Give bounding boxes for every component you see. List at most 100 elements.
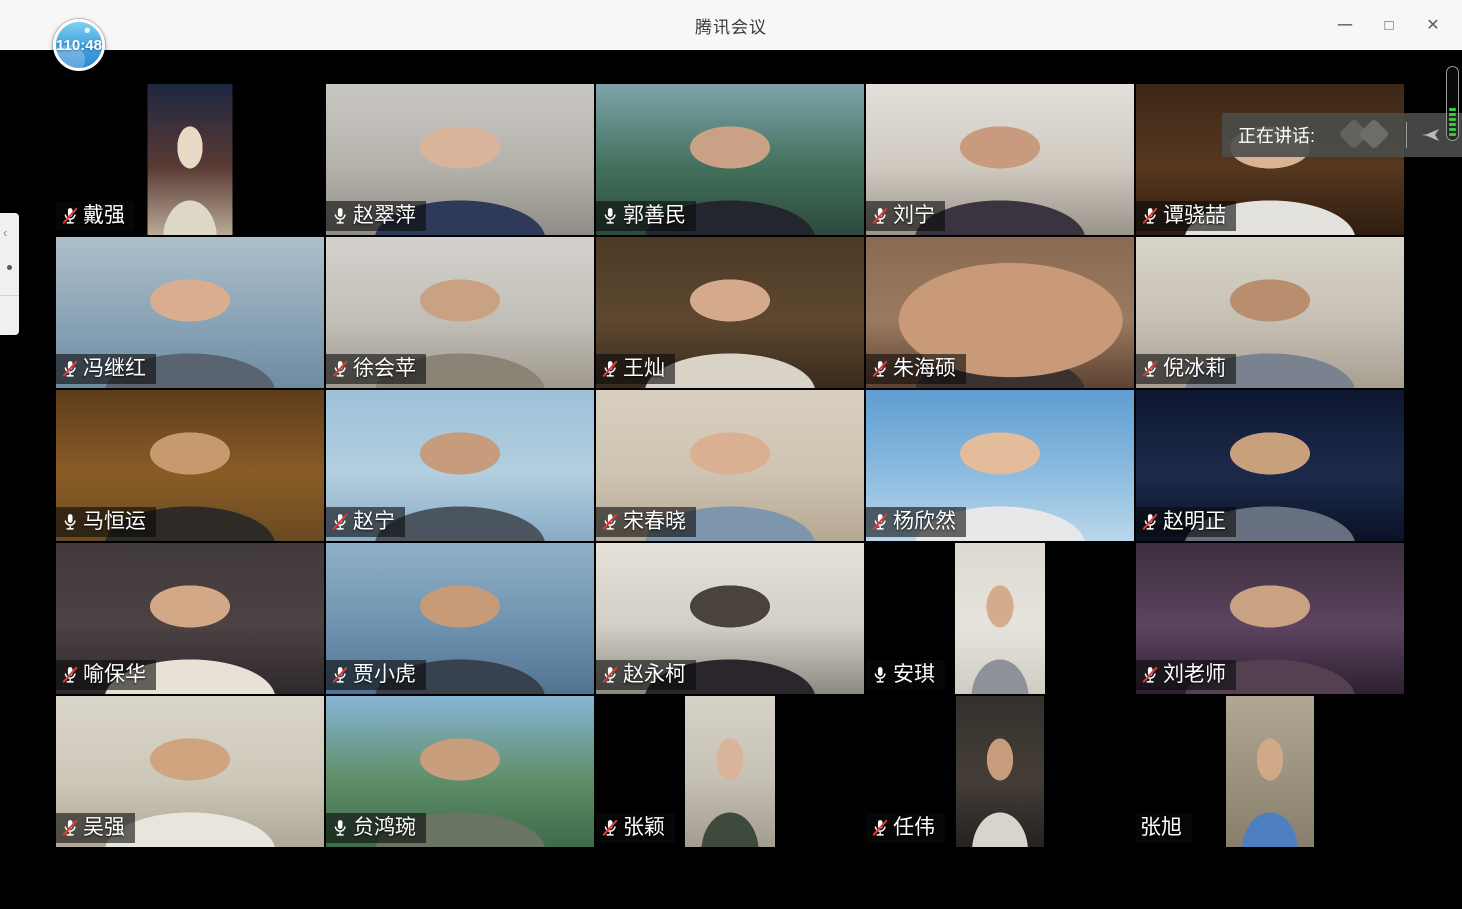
meeting-duration: 110:48 xyxy=(56,37,102,54)
minimize-button[interactable]: ─ xyxy=(1330,10,1360,40)
video-tile[interactable]: 赵永柯 xyxy=(596,543,864,694)
video-tile[interactable]: 马恒运 xyxy=(56,390,324,541)
participant-name: 赵宁 xyxy=(353,507,395,537)
mic-muted-icon xyxy=(330,359,350,379)
chevron-left-icon: ‹ xyxy=(3,225,7,240)
banner-divider xyxy=(1406,122,1407,148)
video-tile[interactable]: 刘老师 xyxy=(1136,543,1404,694)
name-tag: 戴强 xyxy=(56,201,135,231)
video-tile[interactable]: 赵翠萍 xyxy=(326,84,594,235)
video-tile[interactable]: 徐会苹 xyxy=(326,237,594,388)
video-tile[interactable]: 宋春晓 xyxy=(596,390,864,541)
meeting-timer-badge[interactable]: 110:48 xyxy=(53,19,105,71)
video-tile[interactable]: 吴强 xyxy=(56,696,324,847)
name-tag: 倪冰莉 xyxy=(1136,354,1236,384)
mic-muted-icon xyxy=(60,359,80,379)
participant-name: 赵永柯 xyxy=(623,660,686,690)
video-tile[interactable]: 冯继红 xyxy=(56,237,324,388)
mic-muted-icon xyxy=(870,359,890,379)
participant-name: 谭骁喆 xyxy=(1163,201,1226,231)
panel-divider xyxy=(0,295,19,296)
video-tile[interactable]: 王灿 xyxy=(596,237,864,388)
volume-bar xyxy=(1449,113,1456,116)
participant-name: 安琪 xyxy=(893,660,935,690)
video-tile[interactable]: 郭善民 xyxy=(596,84,864,235)
name-tag: 贾小虎 xyxy=(326,660,426,690)
video-tile[interactable]: 张旭 xyxy=(1136,696,1404,847)
speaking-banner: 正在讲话: xyxy=(1222,113,1462,157)
mic-on-icon xyxy=(600,206,620,226)
mic-on-icon xyxy=(330,206,350,226)
video-tile[interactable]: 任伟 xyxy=(866,696,1134,847)
video-tile[interactable]: 贠鸿琬 xyxy=(326,696,594,847)
video-feed xyxy=(148,84,233,235)
volume-bar xyxy=(1449,108,1456,111)
mic-volume-indicator xyxy=(1446,66,1459,141)
name-tag: 徐会苹 xyxy=(326,354,426,384)
name-tag: 吴强 xyxy=(56,813,135,843)
meeting-logo-watermark xyxy=(1335,115,1393,155)
participant-name: 徐会苹 xyxy=(353,354,416,384)
participant-name: 张旭 xyxy=(1140,813,1182,843)
video-tile[interactable]: 喻保华 xyxy=(56,543,324,694)
video-feed xyxy=(956,696,1044,847)
participant-name: 喻保华 xyxy=(83,660,146,690)
mic-muted-icon xyxy=(330,512,350,532)
participant-name: 任伟 xyxy=(893,813,935,843)
maximize-button[interactable]: □ xyxy=(1374,10,1404,40)
participant-name: 戴强 xyxy=(83,201,125,231)
name-tag: 冯继红 xyxy=(56,354,156,384)
name-tag: 郭善民 xyxy=(596,201,696,231)
video-tile[interactable]: 贾小虎 xyxy=(326,543,594,694)
name-tag: 杨欣然 xyxy=(866,507,966,537)
participant-name: 杨欣然 xyxy=(893,507,956,537)
name-tag: 安琪 xyxy=(866,660,945,690)
video-tile[interactable]: 杨欣然 xyxy=(866,390,1134,541)
participant-grid: 戴强 赵翠萍 郭善民 刘宁谭骁喆冯继红 徐会苹 王灿朱海硕 倪冰莉马恒运赵宁 宋春晓 杨欣然 赵明… xyxy=(56,84,1404,847)
collapsed-side-panel[interactable]: ‹ xyxy=(0,213,19,335)
mic-muted-icon xyxy=(60,665,80,685)
name-tag: 喻保华 xyxy=(56,660,156,690)
video-tile[interactable]: 朱海硕 xyxy=(866,237,1134,388)
video-tile[interactable]: 赵明正 xyxy=(1136,390,1404,541)
titlebar: 腾讯会议 ─ □ ✕ xyxy=(0,0,1462,50)
participant-name: 赵翠萍 xyxy=(353,201,416,231)
video-tile[interactable]: 张颖 xyxy=(596,696,864,847)
collapse-arrow-icon[interactable] xyxy=(1418,123,1442,147)
dot-icon xyxy=(7,265,12,270)
mic-muted-icon xyxy=(60,818,80,838)
name-tag: 赵宁 xyxy=(326,507,405,537)
participant-name: 郭善民 xyxy=(623,201,686,231)
video-feed xyxy=(685,696,775,847)
participant-name: 张颖 xyxy=(623,813,665,843)
participant-name: 朱海硕 xyxy=(893,354,956,384)
mic-muted-icon xyxy=(1140,359,1160,379)
video-tile[interactable]: 安琪 xyxy=(866,543,1134,694)
participant-name: 吴强 xyxy=(83,813,125,843)
video-tile[interactable]: 刘宁 xyxy=(866,84,1134,235)
video-tile[interactable]: 倪冰莉 xyxy=(1136,237,1404,388)
name-tag: 贠鸿琬 xyxy=(326,813,426,843)
close-button[interactable]: ✕ xyxy=(1418,10,1448,40)
mic-muted-icon xyxy=(1140,512,1160,532)
participant-name: 贾小虎 xyxy=(353,660,416,690)
name-tag: 赵翠萍 xyxy=(326,201,426,231)
window-controls: ─ □ ✕ xyxy=(1330,0,1448,50)
video-tile[interactable]: 戴强 xyxy=(56,84,324,235)
mic-on-icon xyxy=(60,512,80,532)
name-tag: 朱海硕 xyxy=(866,354,966,384)
participant-name: 赵明正 xyxy=(1163,507,1226,537)
video-tile[interactable]: 赵宁 xyxy=(326,390,594,541)
participant-name: 宋春晓 xyxy=(623,507,686,537)
mic-muted-icon xyxy=(600,512,620,532)
volume-bar xyxy=(1449,133,1456,136)
window-title: 腾讯会议 xyxy=(695,13,767,38)
video-feed xyxy=(955,543,1045,694)
name-tag: 刘老师 xyxy=(1136,660,1236,690)
mic-muted-icon xyxy=(1140,665,1160,685)
name-tag: 张旭 xyxy=(1136,813,1192,843)
mic-muted-icon xyxy=(600,665,620,685)
video-tile[interactable]: 谭骁喆 xyxy=(1136,84,1404,235)
video-feed xyxy=(1226,696,1314,847)
mic-muted-icon xyxy=(60,206,80,226)
